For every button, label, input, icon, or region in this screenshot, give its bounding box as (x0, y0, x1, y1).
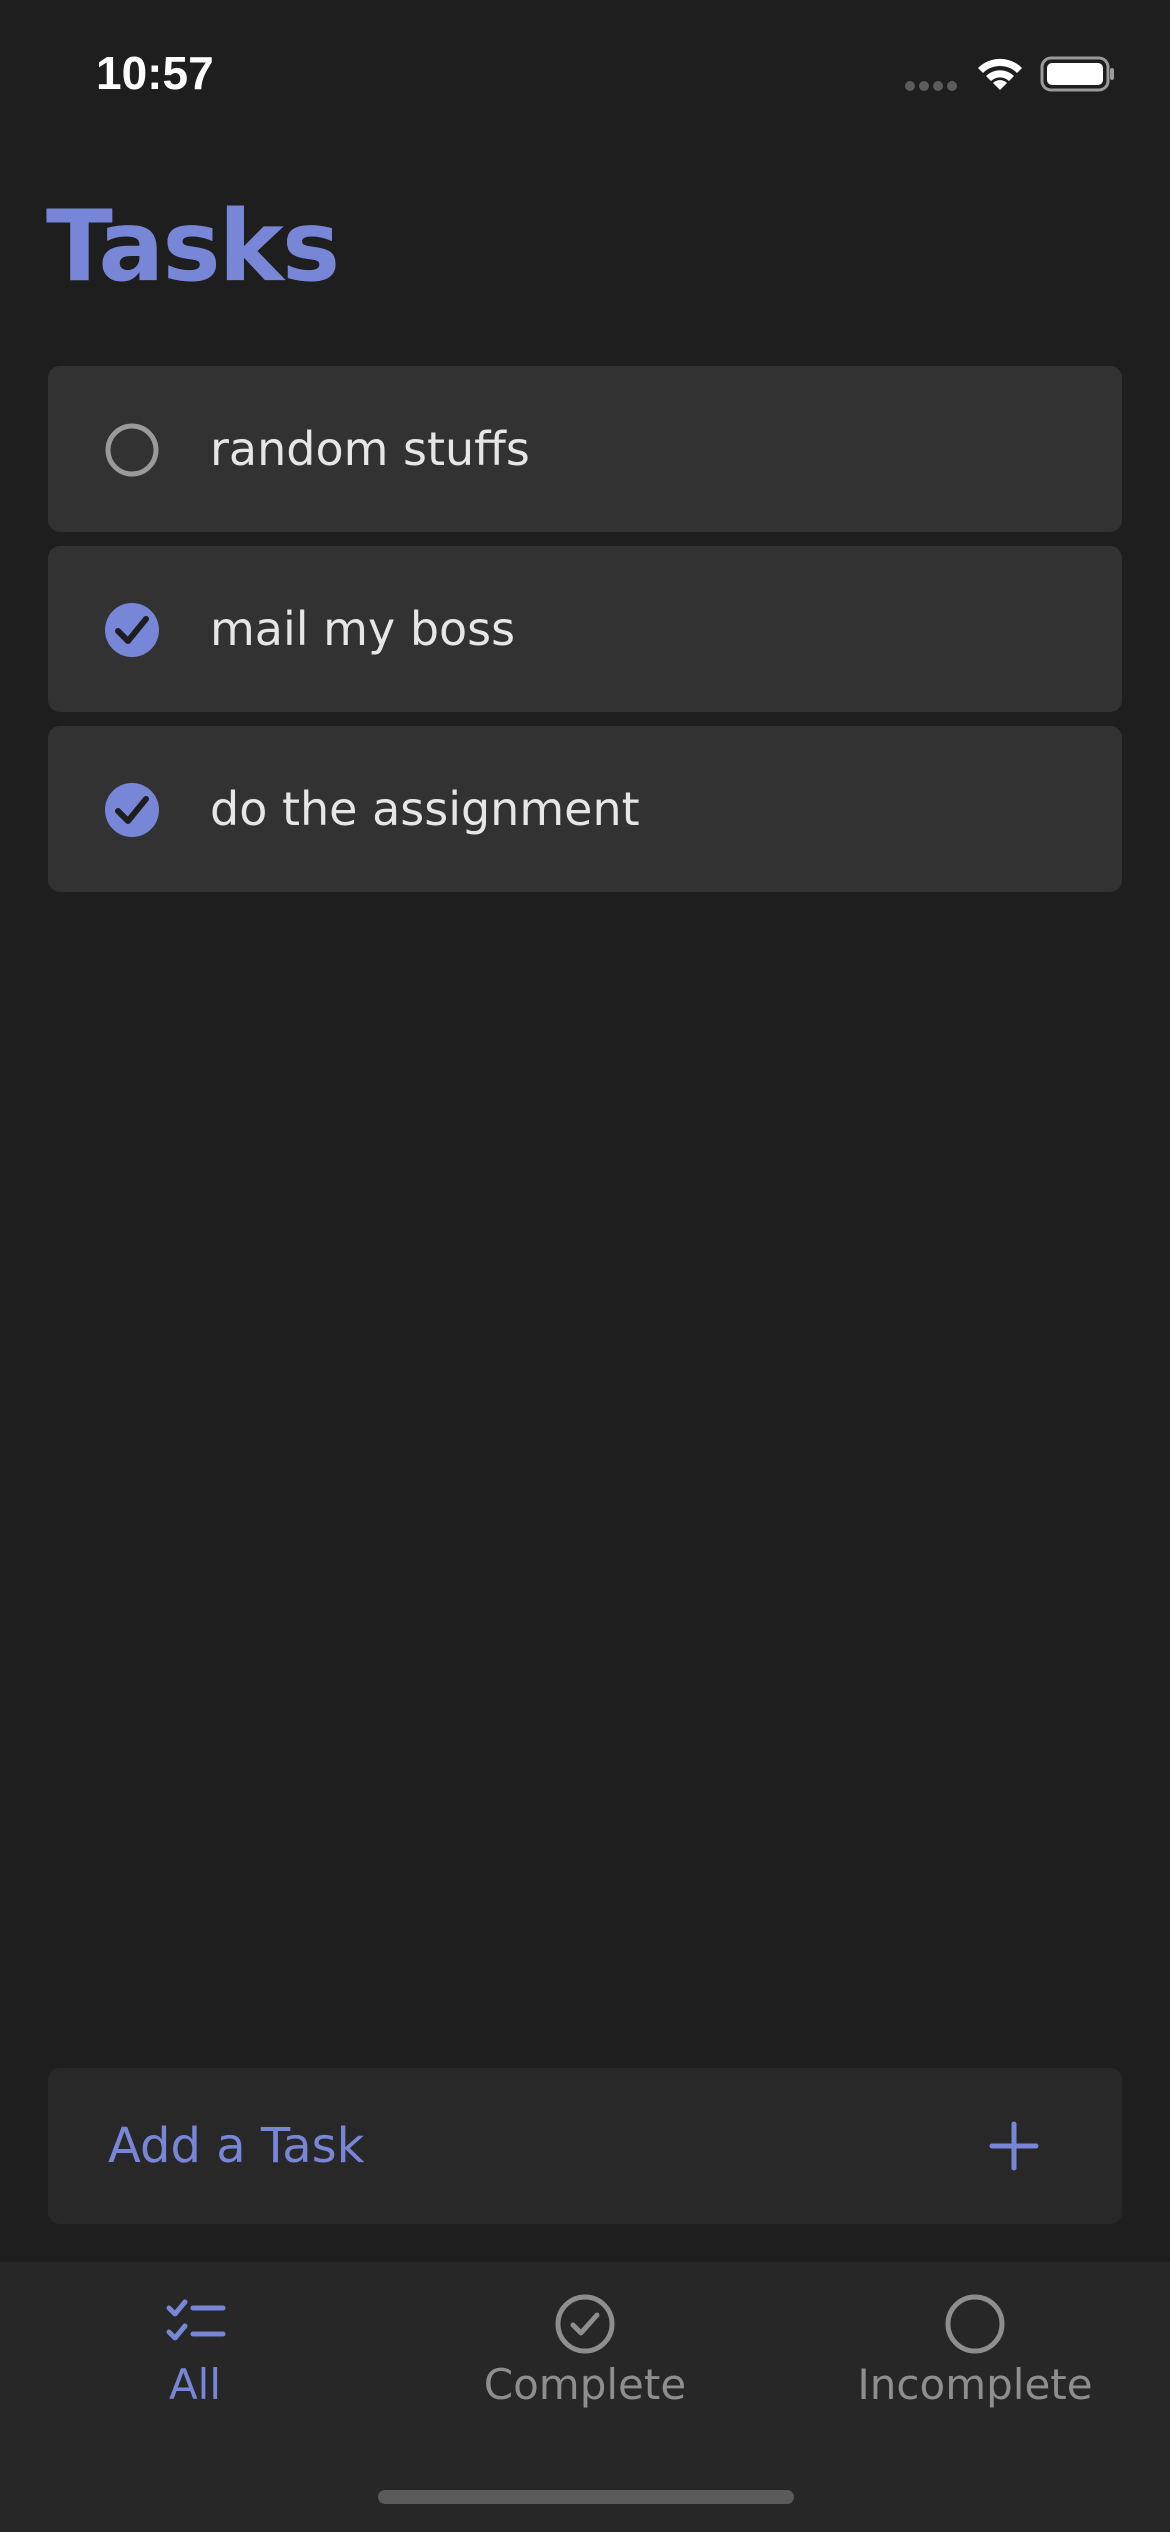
tab-label: All (168, 2360, 222, 2409)
task-list: random stuffs mail my boss do the assign… (48, 366, 1122, 906)
tab-complete[interactable]: Complete (390, 2262, 780, 2432)
battery-icon (1040, 56, 1114, 92)
unchecked-circle-icon[interactable] (104, 422, 160, 478)
tab-all[interactable]: All (0, 2262, 390, 2432)
status-time: 10:57 (96, 47, 214, 99)
wifi-icon (978, 58, 1022, 90)
empty-circle-icon (945, 2294, 1005, 2354)
cellular-signal-icon (905, 81, 957, 91)
status-bar: 10:57 (0, 0, 1170, 150)
home-indicator (378, 2490, 794, 2504)
task-item[interactable]: mail my boss (48, 546, 1122, 712)
task-label: mail my boss (210, 602, 516, 656)
checklist-icon (166, 2299, 226, 2341)
checked-circle-icon[interactable] (104, 782, 160, 838)
add-task-button[interactable]: Add a Task (48, 2068, 1122, 2224)
add-task-label: Add a Task (108, 2118, 365, 2174)
task-item[interactable]: random stuffs (48, 366, 1122, 532)
task-label: random stuffs (210, 422, 530, 476)
tab-incomplete[interactable]: Incomplete (780, 2262, 1170, 2432)
tab-label: Complete (483, 2360, 687, 2409)
tab-label: Incomplete (857, 2360, 1093, 2409)
task-item[interactable]: do the assignment (48, 726, 1122, 892)
checked-circle-icon[interactable] (104, 602, 160, 658)
app-screen: 10:57 Tasks random stuffs mail my boss d… (0, 0, 1170, 2532)
check-circle-icon (555, 2294, 615, 2354)
plus-icon[interactable] (988, 2120, 1040, 2172)
page-title: Tasks (46, 190, 340, 304)
task-label: do the assignment (210, 782, 640, 836)
